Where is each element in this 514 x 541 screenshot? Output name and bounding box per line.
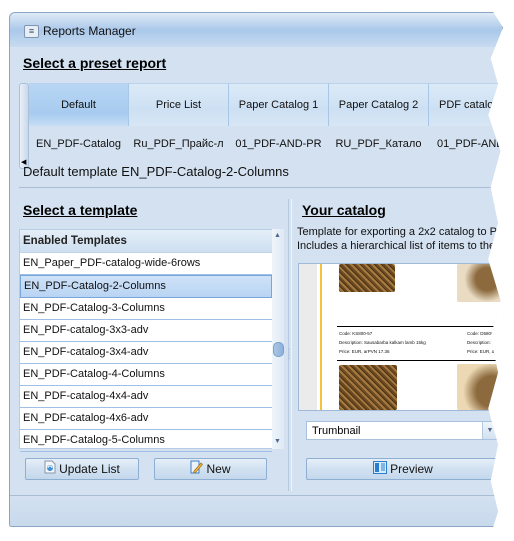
catalog-section-title: Your catalog (302, 202, 386, 218)
catalog-description-line-2: Includes a hierarchical list of items to… (297, 240, 503, 252)
refresh-document-icon (44, 460, 56, 480)
splitter-highlight (291, 199, 292, 491)
preset-report-strip: ◀ Default Price List Paper Catalog 1 Pap… (10, 82, 502, 170)
chevron-down-icon[interactable]: ▼ (482, 422, 497, 439)
preview-price-left: Price: EUR, arPVN 17.36 (339, 349, 390, 354)
preview-button[interactable]: Preview (306, 458, 500, 480)
product-image-3 (339, 365, 397, 410)
reports-manager-window: ≡ Reports Manager Select a preset report… (9, 12, 503, 527)
preset-tab-paper-catalog-2[interactable]: Paper Catalog 2 (329, 83, 429, 126)
preset-tab-label: Default (61, 99, 96, 111)
update-list-button[interactable]: Update List (25, 458, 139, 480)
status-bar (10, 495, 502, 526)
preset-tab-label: Paper Catalog 2 (338, 99, 419, 111)
template-list-item[interactable]: EN_Paper_PDF-catalog-wide-6rows (20, 253, 272, 275)
section-divider (19, 187, 502, 188)
preset-template-paper-catalog-1[interactable]: 01_PDF-AND-PR (229, 138, 328, 150)
title-bar: ≡ Reports Manager (10, 13, 502, 47)
template-list-item[interactable]: EN_PDF-Catalog-3-Columns (20, 298, 272, 320)
preset-tab-label: PDF catalog (439, 99, 500, 111)
template-list-item[interactable]: EN_PDF-Catalog-4-Columns (20, 364, 272, 386)
preset-tab-pdf-catalog[interactable]: PDF catalog (429, 83, 502, 126)
template-list-item[interactable]: EN_PDF-Catalog-2-Columns (20, 275, 272, 298)
product-image-4 (457, 364, 502, 410)
view-mode-select[interactable]: Trumbnail ▼ (306, 421, 498, 440)
preview-rule-bottom (337, 360, 502, 361)
preview-icon (373, 460, 388, 480)
preview-description-right: Description: Sau (467, 340, 501, 345)
preview-code-right: Code: D5800 (467, 331, 494, 336)
template-list-item[interactable]: EN_PDF-catalog-4x4-adv (20, 386, 272, 408)
splitter-grip-icon[interactable]: · · · · (288, 346, 290, 362)
product-image-2 (457, 264, 502, 302)
new-template-button[interactable]: New (154, 458, 267, 480)
template-list-item[interactable]: EN_PDF-catalog-3x3-adv (20, 320, 272, 342)
view-mode-value: Trumbnail (312, 425, 361, 437)
preset-template-price-list[interactable]: Ru_PDF_Прайс-л (129, 138, 228, 150)
template-list-item[interactable]: EN_PDF-catalog-3x4-adv (20, 342, 272, 364)
window-title: Reports Manager (43, 24, 136, 38)
preset-strip-scrollbar[interactable]: ◀ (19, 83, 29, 169)
preview-accent-stripe (320, 264, 322, 410)
preset-tab-default[interactable]: Default (29, 83, 129, 126)
preset-tab-label: Paper Catalog 1 (238, 99, 319, 111)
preview-price-right: Price: EUR, arP (467, 349, 499, 354)
preset-tab-price-list[interactable]: Price List (129, 83, 229, 126)
template-list-item[interactable]: EN_PDF-catalog-4x6-adv (20, 408, 272, 430)
preset-tab-paper-catalog-1[interactable]: Paper Catalog 1 (229, 83, 329, 126)
template-section-title: Select a template (23, 202, 138, 218)
preview-gutter (299, 264, 317, 410)
preset-template-default[interactable]: EN_PDF-Catalog (29, 138, 128, 150)
preset-tab-label: Price List (155, 99, 202, 111)
product-image-1 (339, 264, 395, 292)
templates-list[interactable]: Enabled Templates EN_Paper_PDF-catalog-w… (19, 229, 273, 452)
edit-document-icon (190, 460, 204, 480)
preset-section-title: Select a preset report (23, 55, 167, 71)
list-header: Enabled Templates (20, 230, 272, 253)
preset-template-paper-catalog-2[interactable]: RU_PDF_Катало (329, 138, 428, 150)
scrollbar-thumb[interactable] (273, 342, 284, 357)
window-menu-icon[interactable]: ≡ (24, 25, 39, 38)
update-list-label: Update List (59, 462, 120, 476)
preset-template-pdf-catalog[interactable]: 01_PDF-AND- (429, 138, 502, 150)
default-template-label: Default template EN_PDF-Catalog-2-Column… (23, 164, 289, 179)
preview-description-left: Description: Sausabarba kalkam lamb 15kg (339, 340, 426, 345)
catalog-thumbnail-preview: Code: KS800-57 Description: Sausabarba k… (298, 263, 502, 411)
template-list-item[interactable]: EN_PDF-Catalog-5-Columns (20, 430, 272, 452)
templates-list-scrollbar[interactable]: ▲ ▼ (272, 229, 284, 449)
scroll-up-arrow-icon[interactable]: ▲ (274, 232, 281, 239)
scroll-down-arrow-icon[interactable]: ▼ (274, 438, 281, 445)
preview-rule-top (337, 326, 502, 327)
preview-button-label: Preview (390, 462, 433, 476)
preview-code-left: Code: KS800-57 (339, 331, 373, 336)
catalog-description-line-1: Template for exporting a 2x2 catalog to … (297, 226, 503, 238)
panel-splitter[interactable] (288, 199, 289, 491)
new-button-label: New (206, 462, 231, 476)
